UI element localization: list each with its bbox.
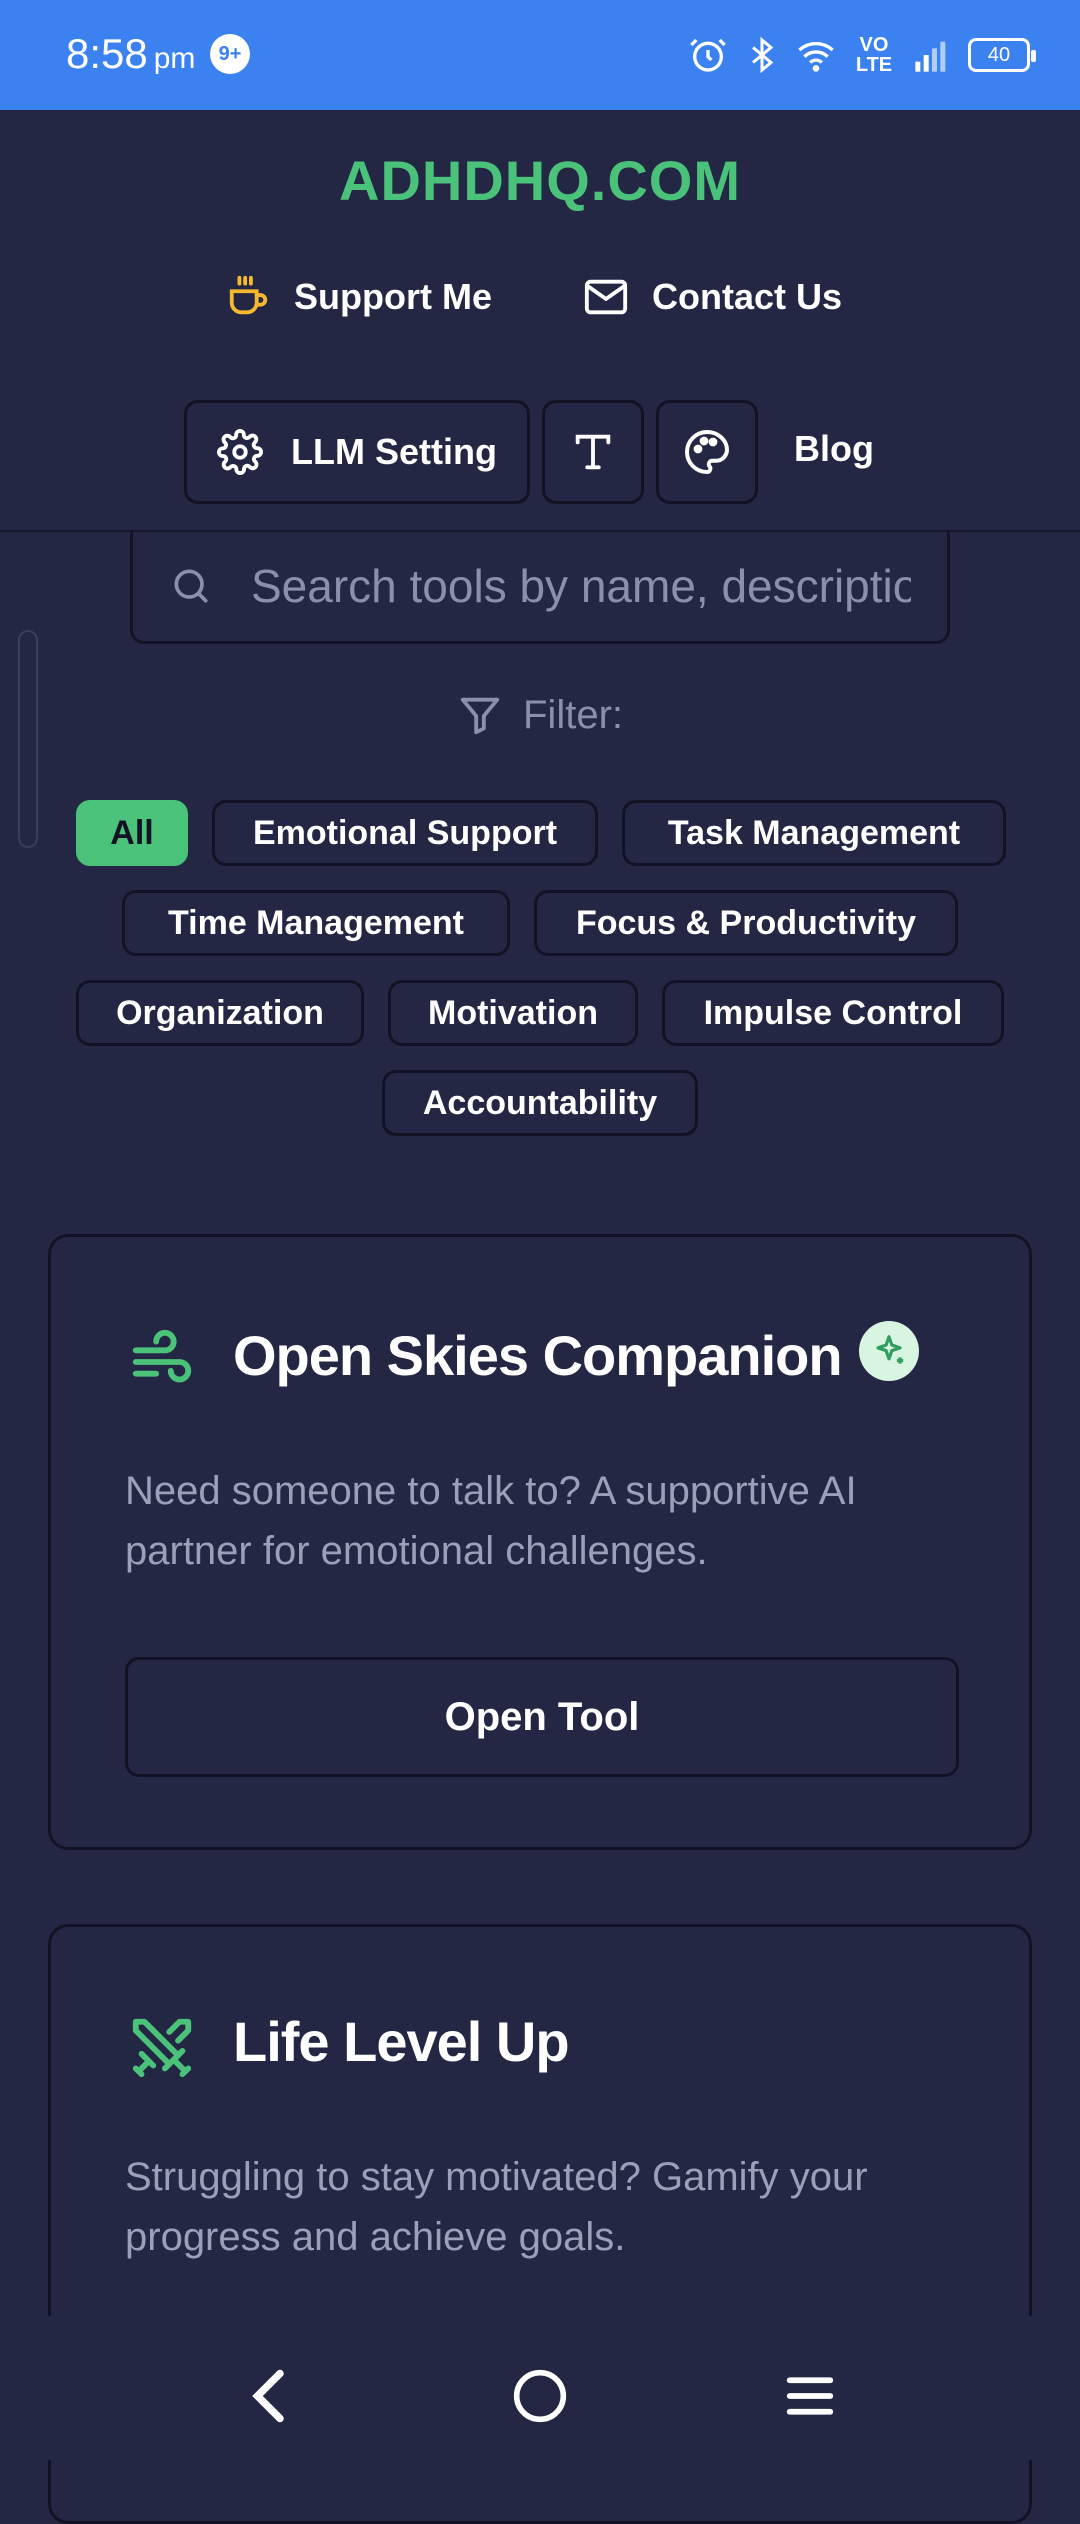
support-me-label: Support Me <box>294 276 492 317</box>
llm-setting-label: LLM Setting <box>291 431 497 472</box>
blog-link[interactable]: Blog <box>794 428 874 470</box>
filter-icon <box>460 697 500 735</box>
bluetooth-icon <box>752 36 774 74</box>
search-box[interactable] <box>130 530 950 644</box>
back-button[interactable] <box>230 2356 310 2436</box>
contact-us-link[interactable]: Contact Us <box>582 274 842 320</box>
status-bar: 8:58 pm 9+ VO LTE 40 <box>0 0 1080 110</box>
alarm-icon <box>690 38 726 72</box>
home-icon <box>513 2369 567 2423</box>
tool-description: Struggling to stay motivated? Gamify you… <box>125 2155 868 2259</box>
site-logo[interactable]: ADHDHQ.COM <box>0 148 1080 213</box>
system-nav-bar <box>0 2316 1080 2460</box>
filter-chip-accountability[interactable]: Accountability <box>382 1070 698 1136</box>
filter-chip-task-management[interactable]: Task Management <box>622 800 1006 866</box>
menu-icon <box>786 2377 834 2415</box>
status-time: 8:58 pm <box>66 30 196 77</box>
battery-icon: 40 <box>968 38 1036 72</box>
search-input[interactable] <box>249 557 913 614</box>
tool-description: Need someone to talk to? A supportive AI… <box>125 1469 857 1573</box>
palette-icon <box>685 429 730 475</box>
open-tool-button[interactable]: Open Tool <box>125 1657 959 1777</box>
tool-title: Open Skies Companion <box>233 1324 843 1387</box>
filter-chip-motivation[interactable]: Motivation <box>388 980 638 1046</box>
filter-label: Filter: <box>523 692 623 737</box>
notification-badge: 9+ <box>210 34 250 74</box>
tool-card: Open Skies Companion Need someone to tal… <box>48 1234 1032 1850</box>
swords-icon <box>132 2018 192 2078</box>
filter-chip-focus-productivity[interactable]: Focus & Productivity <box>534 890 958 956</box>
signal-icon <box>915 41 946 72</box>
recents-button[interactable] <box>770 2356 850 2436</box>
search-icon <box>174 569 208 602</box>
filter-chip-organization[interactable]: Organization <box>76 980 364 1046</box>
network-indicator: VO LTE <box>855 34 893 76</box>
wind-icon <box>132 1329 192 1383</box>
llm-setting-button[interactable]: LLM Setting <box>184 400 530 504</box>
sparkle-badge <box>859 1321 919 1381</box>
wifi-icon <box>798 42 834 72</box>
filter-chip-time-management[interactable]: Time Management <box>122 890 510 956</box>
filter-chip-impulse-control[interactable]: Impulse Control <box>662 980 1004 1046</box>
filter-heading: Filter: <box>0 692 1080 738</box>
coffee-icon <box>229 275 268 315</box>
sparkle-icon <box>876 1335 904 1364</box>
mail-icon <box>584 279 628 315</box>
contact-us-label: Contact Us <box>652 276 843 317</box>
font-size-button[interactable] <box>542 400 644 504</box>
gear-icon <box>217 429 263 475</box>
scrollbar-thumb[interactable] <box>18 630 38 848</box>
text-icon <box>575 434 611 470</box>
support-me-link[interactable]: Support Me <box>226 274 492 320</box>
filter-chip-emotional-support[interactable]: Emotional Support <box>212 800 598 866</box>
site-header: ADHDHQ.COM Support Me Contact Us LLM Set… <box>0 110 1080 532</box>
filter-chip-all[interactable]: All <box>76 800 188 866</box>
back-icon <box>252 2369 284 2423</box>
tool-title: Life Level Up <box>233 2010 570 2073</box>
theme-button[interactable] <box>656 400 758 504</box>
home-button[interactable] <box>500 2356 580 2436</box>
